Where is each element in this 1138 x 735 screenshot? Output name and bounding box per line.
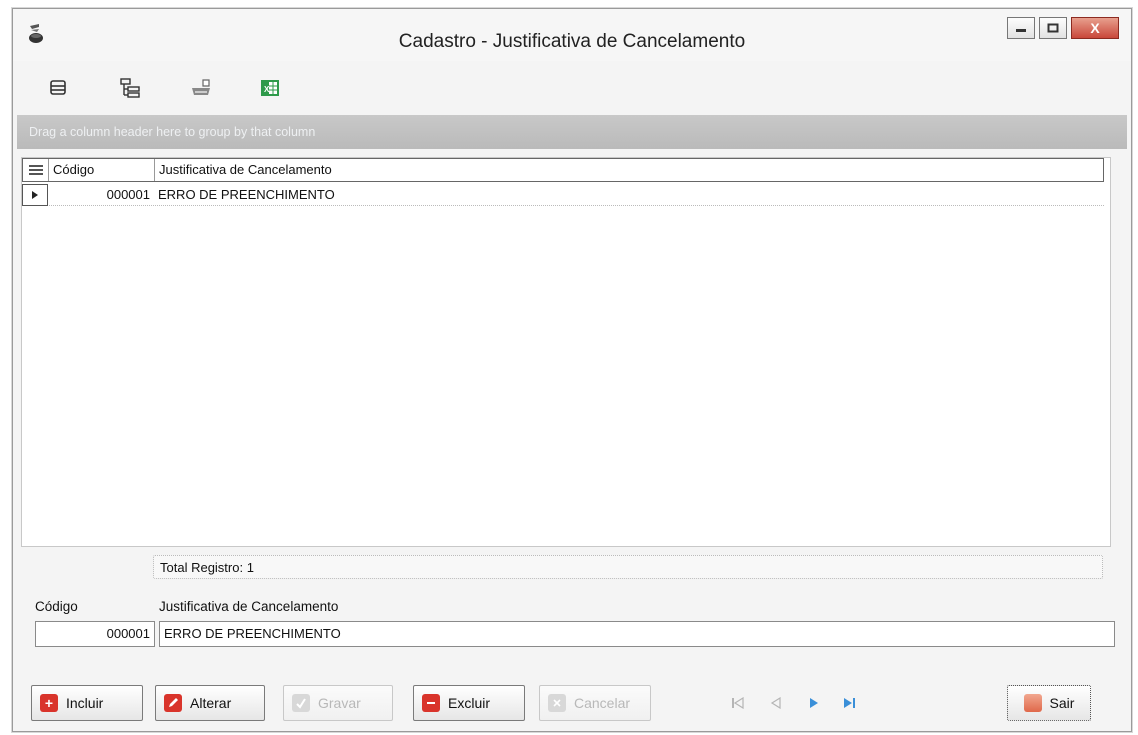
cell-codigo[interactable]: 000001 — [48, 184, 154, 206]
print-icon — [192, 79, 210, 95]
excel-export-button[interactable]: X — [259, 73, 329, 103]
tree-view-icon — [120, 78, 140, 98]
edit-icon — [164, 694, 182, 712]
group-by-hint: Drag a column header here to group by th… — [29, 125, 316, 139]
print-button[interactable] — [189, 73, 259, 103]
cancelar-button[interactable]: Cancelar — [539, 685, 651, 721]
next-record-icon — [810, 698, 818, 708]
cancel-icon — [548, 694, 566, 712]
justificativa-field[interactable]: ERRO DE PREENCHIMENTO — [159, 621, 1115, 647]
maximize-button[interactable] — [1039, 17, 1067, 39]
tree-view-button[interactable] — [119, 73, 189, 103]
title-bar[interactable]: Cadastro - Justificativa de Cancelamento… — [13, 9, 1131, 61]
close-icon: X — [1090, 20, 1100, 36]
alterar-button[interactable]: Alterar — [155, 685, 265, 721]
records-grid[interactable]: Código Justificativa de Cancelamento 000… — [21, 157, 1111, 547]
alterar-label: Alterar — [190, 695, 232, 711]
save-icon — [292, 694, 310, 712]
window-controls: X — [1007, 17, 1119, 39]
incluir-label: Incluir — [66, 695, 104, 711]
last-record-icon — [844, 698, 855, 708]
incluir-button[interactable]: + Incluir — [31, 685, 143, 721]
close-button[interactable]: X — [1071, 17, 1119, 39]
toolbar: X — [13, 69, 1131, 107]
sair-button[interactable]: Sair — [1007, 685, 1091, 721]
main-window: Cadastro - Justificativa de Cancelamento… — [12, 8, 1132, 732]
excluir-button[interactable]: Excluir — [413, 685, 525, 721]
previous-record-icon — [770, 697, 781, 709]
grid-columns-icon — [50, 80, 66, 95]
cell-justificativa[interactable]: ERRO DE PREENCHIMENTO — [154, 184, 1104, 206]
minimize-button[interactable] — [1007, 17, 1035, 39]
codigo-label: Código — [35, 599, 78, 614]
maximize-icon — [1047, 23, 1059, 33]
first-record-button[interactable] — [727, 693, 749, 713]
current-row-arrow-icon — [32, 191, 38, 199]
grid-footer-total: Total Registro: 1 — [153, 555, 1103, 579]
row-indicator — [22, 184, 48, 206]
excel-export-icon: X — [261, 80, 279, 96]
exit-icon — [1023, 694, 1042, 712]
next-record-button[interactable] — [803, 693, 825, 713]
gravar-label: Gravar — [318, 695, 361, 711]
gravar-button[interactable]: Gravar — [283, 685, 393, 721]
column-header-codigo[interactable]: Código — [49, 159, 155, 181]
total-records-label: Total Registro: 1 — [160, 560, 254, 575]
sair-label: Sair — [1049, 695, 1075, 711]
column-chooser-icon — [28, 165, 43, 175]
table-row[interactable]: 000001 ERRO DE PREENCHIMENTO — [22, 184, 1104, 206]
minimize-icon — [1016, 29, 1026, 32]
cancelar-label: Cancelar — [574, 695, 631, 711]
grid-header: Código Justificativa de Cancelamento — [22, 158, 1104, 182]
column-chooser-button[interactable] — [23, 159, 49, 181]
svg-text:X: X — [264, 85, 270, 94]
justificativa-label: Justificativa de Cancelamento — [159, 599, 339, 614]
window-title: Cadastro - Justificativa de Cancelamento — [398, 31, 746, 52]
column-header-justificativa[interactable]: Justificativa de Cancelamento — [155, 159, 1103, 181]
group-by-panel[interactable]: Drag a column header here to group by th… — [17, 115, 1127, 149]
delete-icon — [422, 694, 440, 712]
codigo-field[interactable]: 000001 — [35, 621, 155, 647]
previous-record-button[interactable] — [765, 693, 787, 713]
last-record-button[interactable] — [839, 693, 861, 713]
add-icon: + — [40, 694, 58, 712]
first-record-icon — [732, 697, 744, 709]
grid-columns-button[interactable] — [49, 73, 119, 103]
excluir-label: Excluir — [448, 695, 491, 711]
